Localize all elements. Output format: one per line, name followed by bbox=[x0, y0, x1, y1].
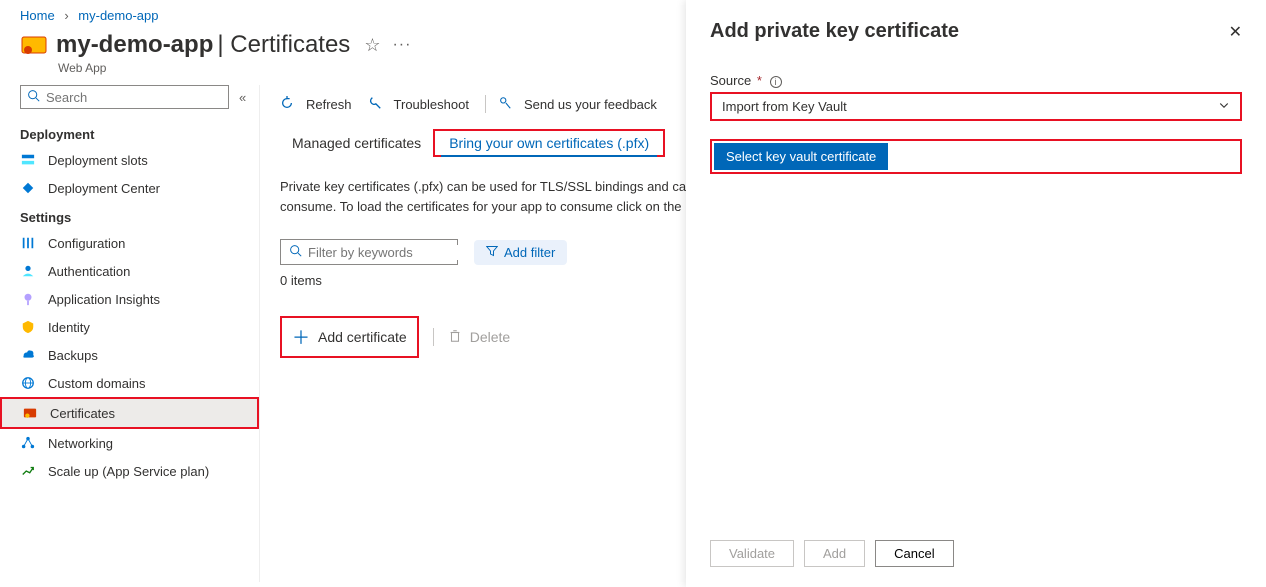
trash-icon bbox=[448, 329, 462, 346]
sidebar-item-identity[interactable]: Identity bbox=[0, 313, 259, 341]
scale-icon bbox=[20, 463, 36, 479]
favorite-star-icon[interactable]: ☆ bbox=[364, 35, 380, 56]
separator bbox=[433, 328, 434, 346]
sidebar-item-label: Deployment Center bbox=[48, 181, 160, 196]
sidebar-item-label: Custom domains bbox=[48, 376, 146, 391]
close-icon[interactable]: ✕ bbox=[1229, 22, 1242, 42]
sidebar-item-label: Certificates bbox=[50, 406, 115, 421]
more-icon[interactable]: ··· bbox=[392, 36, 411, 54]
add-cert-highlight: ＋ Add certificate bbox=[280, 316, 419, 358]
filter-input[interactable] bbox=[308, 245, 484, 260]
sidebar-item-deployment-slots[interactable]: Deployment slots bbox=[0, 146, 259, 174]
sidebar-item-authentication[interactable]: Authentication bbox=[0, 257, 259, 285]
sidebar-item-appinsights[interactable]: Application Insights bbox=[0, 285, 259, 313]
slots-icon bbox=[20, 152, 36, 168]
sidebar-item-label: Networking bbox=[48, 436, 113, 451]
cancel-button[interactable]: Cancel bbox=[875, 540, 953, 567]
add-certificate-button[interactable]: ＋ Add certificate bbox=[282, 318, 417, 356]
troubleshoot-icon bbox=[368, 96, 388, 113]
refresh-icon bbox=[280, 96, 300, 113]
sidebar-item-backups[interactable]: Backups bbox=[0, 341, 259, 369]
select-kv-highlight: Select key vault certificate bbox=[710, 139, 1242, 174]
source-label: Source bbox=[710, 73, 751, 88]
sidebar-item-label: Backups bbox=[48, 348, 98, 363]
panel-title: Add private key certificate bbox=[710, 20, 959, 43]
backup-icon bbox=[20, 347, 36, 363]
feedback-button[interactable]: Send us your feedback bbox=[498, 96, 657, 113]
sidebar-item-label: Configuration bbox=[48, 236, 125, 251]
section-deployment: Deployment bbox=[0, 119, 259, 146]
tab-byoc[interactable]: Bring your own certificates (.pfx) bbox=[441, 131, 657, 157]
breadcrumb-sep-icon: › bbox=[64, 8, 68, 23]
filter-input-wrap[interactable] bbox=[280, 239, 458, 265]
sidebar-item-deployment-center[interactable]: Deployment Center bbox=[0, 174, 259, 202]
collapse-sidebar-icon[interactable]: « bbox=[239, 90, 246, 105]
sidebar-item-label: Authentication bbox=[48, 264, 130, 279]
validate-button[interactable]: Validate bbox=[710, 540, 794, 567]
page-section: | Certificates bbox=[217, 31, 350, 59]
sidebar-item-custom-domains[interactable]: Custom domains bbox=[0, 369, 259, 397]
panel-footer: Validate Add Cancel bbox=[710, 526, 1242, 567]
source-label-row: Source * i bbox=[710, 73, 1242, 88]
info-icon[interactable]: i bbox=[770, 76, 782, 88]
page-title: my-demo-app bbox=[56, 31, 213, 59]
sidebar-item-networking[interactable]: Networking bbox=[0, 429, 259, 457]
deploy-center-icon bbox=[20, 180, 36, 196]
sidebar: « Deployment Deployment slots Deployment… bbox=[0, 85, 260, 582]
add-filter-button[interactable]: Add filter bbox=[474, 240, 567, 265]
sidebar-item-label: Deployment slots bbox=[48, 153, 148, 168]
plus-icon: ＋ bbox=[292, 324, 310, 350]
toolbar-label: Send us your feedback bbox=[524, 97, 657, 112]
required-asterisk-icon: * bbox=[757, 73, 762, 88]
toolbar-label: Troubleshoot bbox=[394, 97, 469, 112]
tab-managed-certs[interactable]: Managed certificates bbox=[280, 127, 433, 159]
filter-icon bbox=[486, 245, 498, 260]
breadcrumb-app[interactable]: my-demo-app bbox=[78, 8, 158, 23]
add-cert-label: Add certificate bbox=[318, 329, 407, 345]
toolbar-separator bbox=[485, 95, 486, 113]
select-key-vault-button[interactable]: Select key vault certificate bbox=[714, 143, 888, 170]
delete-label: Delete bbox=[470, 329, 510, 345]
certificate-icon bbox=[20, 31, 48, 59]
search-icon bbox=[27, 89, 40, 105]
add-button[interactable]: Add bbox=[804, 540, 865, 567]
breadcrumb-home[interactable]: Home bbox=[20, 8, 55, 23]
search-input-wrap[interactable] bbox=[20, 85, 229, 109]
sidebar-item-certificates[interactable]: Certificates bbox=[0, 397, 259, 429]
toolbar-label: Refresh bbox=[306, 97, 352, 112]
feedback-icon bbox=[498, 96, 518, 113]
search-icon bbox=[289, 244, 302, 260]
source-select[interactable]: Import from Key Vault bbox=[710, 92, 1242, 121]
insights-icon bbox=[20, 291, 36, 307]
sidebar-item-label: Identity bbox=[48, 320, 90, 335]
domain-icon bbox=[20, 375, 36, 391]
troubleshoot-button[interactable]: Troubleshoot bbox=[368, 96, 469, 113]
source-value: Import from Key Vault bbox=[722, 99, 847, 114]
sidebar-item-label: Application Insights bbox=[48, 292, 160, 307]
network-icon bbox=[20, 435, 36, 451]
sidebar-item-scale-up[interactable]: Scale up (App Service plan) bbox=[0, 457, 259, 485]
auth-icon bbox=[20, 263, 36, 279]
add-certificate-panel: Add private key certificate ✕ Source * i… bbox=[686, 0, 1266, 587]
chevron-down-icon bbox=[1218, 99, 1230, 114]
sidebar-item-configuration[interactable]: Configuration bbox=[0, 229, 259, 257]
sidebar-search-input[interactable] bbox=[46, 90, 222, 105]
delete-button[interactable]: Delete bbox=[448, 329, 510, 346]
add-filter-label: Add filter bbox=[504, 245, 555, 260]
tab-byoc-highlight: Bring your own certificates (.pfx) bbox=[433, 129, 665, 157]
refresh-button[interactable]: Refresh bbox=[280, 96, 352, 113]
config-icon bbox=[20, 235, 36, 251]
identity-icon bbox=[20, 319, 36, 335]
section-settings: Settings bbox=[0, 202, 259, 229]
cert-list-icon bbox=[22, 405, 38, 421]
sidebar-item-label: Scale up (App Service plan) bbox=[48, 464, 209, 479]
